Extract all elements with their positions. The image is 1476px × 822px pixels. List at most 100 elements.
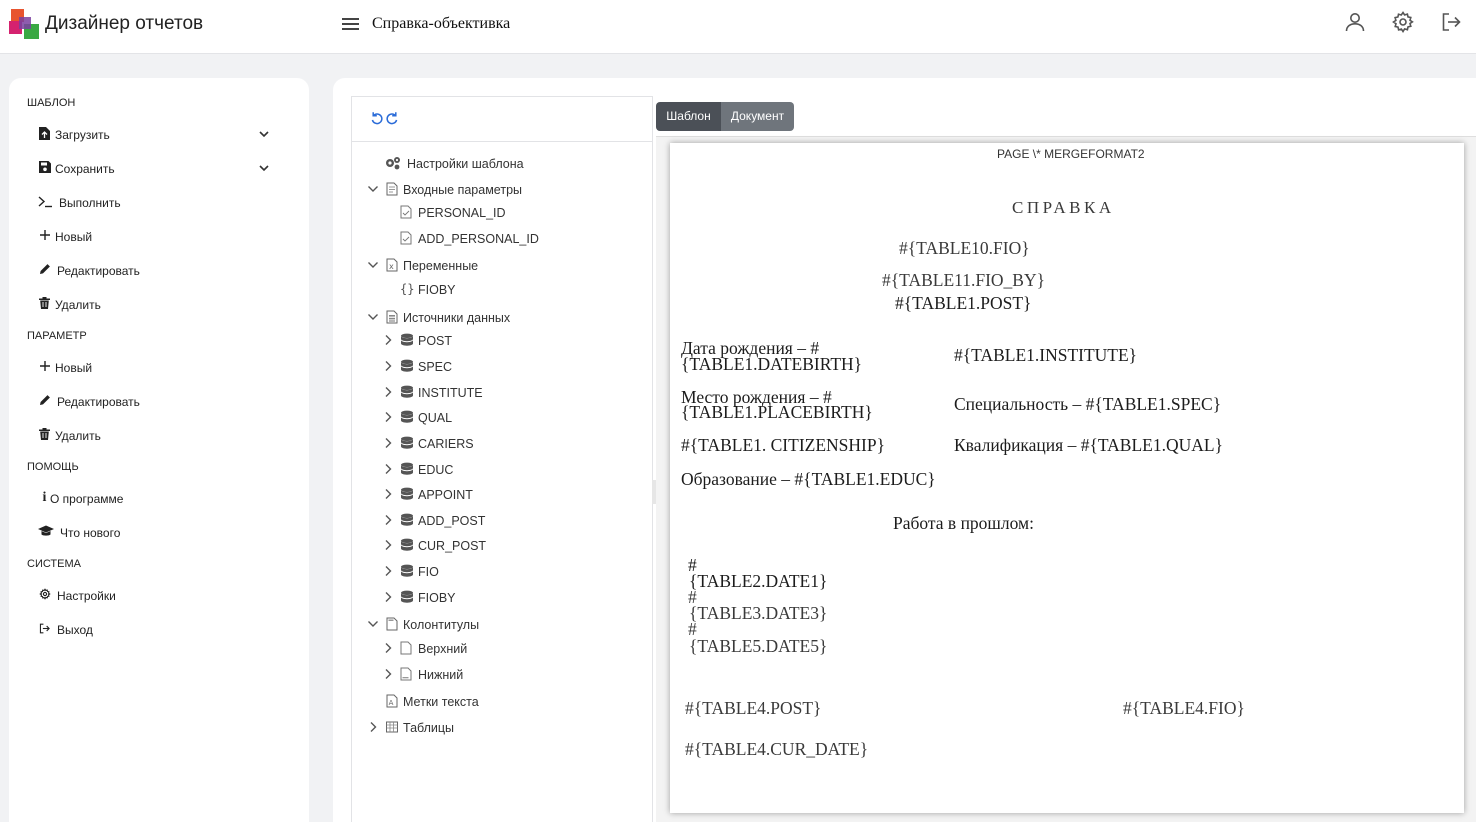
tree-node-label: FIOBY [418,283,456,297]
database-icon [400,538,416,552]
tree-node-label: EDUC [418,463,454,477]
database-icon [400,462,416,476]
menu-item-save[interactable]: Сохранить [38,158,288,180]
tree-node-label: FIOBY [418,591,456,605]
menu-item-whats-new[interactable]: Что нового [38,522,288,544]
menu-item-param-delete[interactable]: Удалить [38,425,288,447]
menu-item-label: Новый [55,230,93,244]
menu-item-label: Выход [57,623,93,637]
undo-icon[interactable] [370,111,384,125]
logout-icon [38,622,51,635]
logout-icon[interactable] [1439,10,1463,34]
chevron-right-icon[interactable] [382,436,394,450]
page-number-field: PAGE \* MERGEFORMAT2 [997,147,1145,161]
field-table4-post: #{TABLE4.POST} [685,698,822,718]
menu-item-label: О программе [50,492,124,506]
menu-item-delete[interactable]: Удалить [38,294,288,316]
document-icon [385,617,401,631]
hamburger-menu-button[interactable] [341,15,361,33]
app-header: Дизайнер отчетов Справка-объективка [0,0,1476,54]
app-title: Дизайнер отчетов [45,13,204,34]
table-icon [385,720,401,734]
chevron-right-icon[interactable] [382,667,394,681]
field-fio: #{TABLE10.FIO} [899,238,1030,258]
tree-node-label: Колонтитулы [403,618,480,632]
chevron-right-icon[interactable] [382,641,394,655]
chevron-right-icon[interactable] [382,359,394,373]
chevron-down-icon[interactable] [367,617,379,631]
menu-item-load[interactable]: Загрузить [38,124,288,146]
field-birth-date: {TABLE1.DATEBIRTH} [681,354,863,374]
redo-icon[interactable] [385,111,399,125]
field-fio-by: #{TABLE11.FIO_BY} [882,270,1046,290]
menu-item-new[interactable]: Новый [38,226,288,248]
parameters-icon [385,182,401,196]
menu-item-label: Удалить [55,298,101,312]
menu-item-edit[interactable]: Редактировать [38,260,288,282]
tab-document[interactable]: Документ [721,102,794,131]
field-citizenship: #{TABLE1. CITIZENSHIP} [681,435,885,455]
database-icon [400,487,416,501]
tree-node-label: Настройки шаблона [407,157,524,171]
gear-icon [38,588,51,601]
tree-node-label: PERSONAL_ID [418,206,506,220]
file-upload-icon [38,127,51,140]
menu-item-execute[interactable]: Выполнить [38,192,288,214]
section-title-template: ШАБЛОН [27,97,76,109]
menu-item-logout[interactable]: Выход [38,619,288,641]
chevron-right-icon[interactable] [382,487,394,501]
gears-icon [385,156,401,170]
trash-icon [38,428,51,441]
menu-item-label: Сохранить [55,162,115,176]
chevron-right-icon[interactable] [382,513,394,527]
menu-item-about[interactable]: i О программе [38,488,288,510]
pencil-icon [38,394,51,407]
database-icon [400,410,416,424]
user-profile-icon[interactable] [1343,10,1367,34]
menu-item-label: Редактировать [57,264,140,278]
tab-template[interactable]: Шаблон [656,102,721,131]
chevron-right-icon[interactable] [382,410,394,424]
page-header-icon [400,641,416,655]
chevron-right-icon[interactable] [382,590,394,604]
chevron-right-icon[interactable] [382,564,394,578]
tree-node-label: FIO [418,565,439,579]
chevron-right-icon[interactable] [367,720,379,734]
tree-node-label: CUR_POST [418,539,487,553]
menu-item-label: Выполнить [59,196,121,210]
field-education: Образование – #{TABLE1.EDUC} [681,469,936,489]
chevron-down-icon[interactable] [367,310,379,324]
tree-node-label: ADD_PERSONAL_ID [418,232,539,246]
tree-node-label: SPEC [418,360,453,374]
field-date5: {TABLE5.DATE5} [689,636,828,656]
tree-node-label: Таблицы [403,721,455,735]
chevron-down-icon[interactable] [256,160,272,176]
menu-item-param-edit[interactable]: Редактировать [38,391,288,413]
menu-item-label: Что нового [60,526,121,540]
chevron-right-icon[interactable] [382,538,394,552]
menu-item-settings[interactable]: Настройки [38,585,288,607]
settings-gear-icon[interactable] [1391,10,1415,34]
trash-icon [38,297,51,310]
chevron-down-icon[interactable] [367,258,379,272]
page-footer-icon [400,667,416,681]
chevron-right-icon[interactable] [382,333,394,347]
chevron-down-icon[interactable] [256,126,272,142]
chevron-down-icon[interactable] [367,182,379,196]
tree-node-label: CARIERS [418,437,474,451]
chevron-right-icon[interactable] [382,385,394,399]
database-icon [400,333,416,347]
chevron-right-icon[interactable] [382,462,394,476]
terminal-icon [38,195,52,208]
sidebar-panel [9,78,309,822]
field-spec: Специальность – #{TABLE1.SPEC} [954,394,1222,414]
field-table4-cur-date: #{TABLE4.CUR_DATE} [685,739,869,759]
field-date3: {TABLE3.DATE3} [689,603,828,623]
tree-node-label: INSTITUTE [418,386,483,400]
tree-toolbar [352,97,652,142]
field-institute: #{TABLE1.INSTITUTE} [954,345,1138,365]
tree-node-label: POST [418,334,453,348]
app-logo [9,9,39,39]
plus-icon [38,229,51,242]
menu-item-param-new[interactable]: Новый [38,357,288,379]
